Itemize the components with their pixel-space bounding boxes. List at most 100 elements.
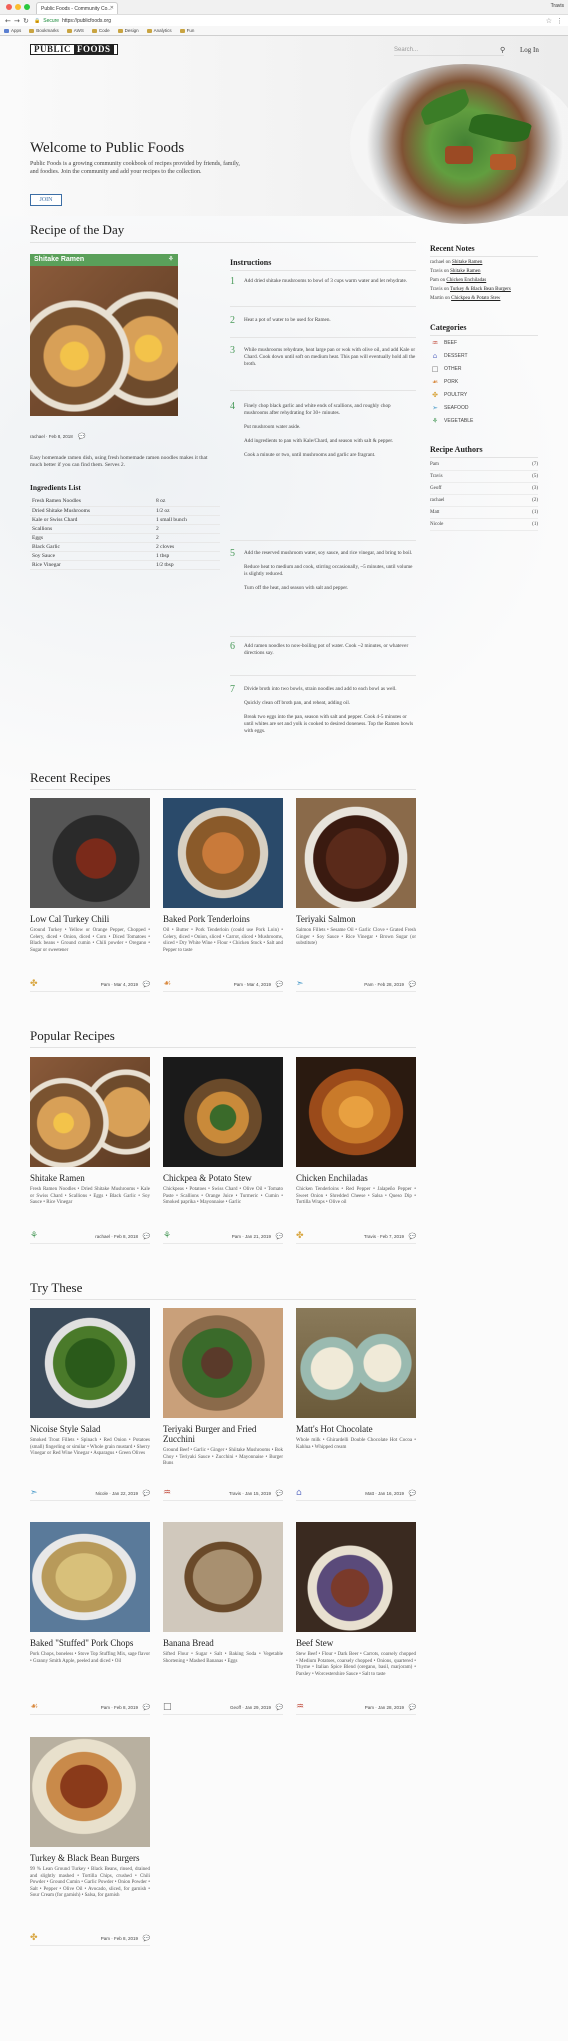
- recipe-title[interactable]: Matt's Hot Chocolate: [296, 1424, 416, 1434]
- recipe-card[interactable]: Banana Bread Sifted Flour • Sugar • Salt…: [163, 1522, 283, 1722]
- comment-icon[interactable]: 💬: [409, 981, 416, 988]
- author-item[interactable]: Matt (1): [430, 510, 538, 519]
- recent-note[interactable]: Pam on Chicken Enchiladas: [430, 278, 486, 283]
- close-tab-icon[interactable]: ✕: [110, 5, 114, 11]
- bookmark-bookmarks[interactable]: Bookmarks: [29, 28, 59, 33]
- recipe-photo[interactable]: [163, 1308, 283, 1418]
- comment-icon[interactable]: 💬: [276, 1233, 283, 1240]
- recipe-title[interactable]: Turkey & Black Bean Burgers: [30, 1853, 150, 1863]
- recipe-card[interactable]: Baked Pork Tenderloins Oil • Butter • Po…: [163, 798, 283, 998]
- note-recipe-link[interactable]: Turkey & Black Bean Burgers: [450, 287, 511, 292]
- category-pork[interactable]: ☙ PORK: [430, 378, 458, 386]
- url-field[interactable]: 🔒 Secure https://publicfoods.org: [34, 17, 534, 25]
- recipe-photo[interactable]: [296, 1057, 416, 1167]
- recent-note[interactable]: Travis on Turkey & Black Bean Burgers: [430, 287, 511, 292]
- category-dessert[interactable]: ⌂ DESSERT: [430, 352, 468, 360]
- rotd-photo-ramen[interactable]: [30, 266, 178, 416]
- recipe-title[interactable]: Baked Pork Tenderloins: [163, 914, 283, 924]
- comment-icon[interactable]: 💬: [143, 1935, 150, 1942]
- comment-icon[interactable]: 💬: [143, 1704, 150, 1711]
- category-beef[interactable]: ♒ BEEF: [430, 339, 457, 347]
- recipe-card[interactable]: Shitake Ramen Fresh Ramen Noodles • Drie…: [30, 1057, 150, 1257]
- join-button[interactable]: JOIN: [30, 194, 62, 206]
- recipe-card[interactable]: Baked "Stuffed" Pork Chops Pork Chops, b…: [30, 1522, 150, 1722]
- author-item[interactable]: Pam (7): [430, 462, 538, 471]
- profile-name[interactable]: Travis: [551, 3, 564, 9]
- note-recipe-link[interactable]: Chickpea & Potato Stew: [451, 296, 500, 301]
- recipe-title[interactable]: Chicken Enchiladas: [296, 1173, 416, 1183]
- category-seafood[interactable]: ➣ SEAFOOD: [430, 404, 468, 412]
- bookmark-code[interactable]: Code: [91, 28, 110, 33]
- close-window-button[interactable]: [6, 4, 12, 10]
- recipe-photo[interactable]: [163, 1057, 283, 1167]
- site-logo[interactable]: PUBLIC FOODS: [30, 44, 118, 55]
- recipe-title[interactable]: Beef Stew: [296, 1638, 416, 1648]
- browser-menu-icon[interactable]: ⋮: [556, 17, 563, 25]
- recipe-photo[interactable]: [296, 1308, 416, 1418]
- comment-icon[interactable]: 💬: [143, 981, 150, 988]
- bookmark-analytics[interactable]: Analytics: [146, 28, 172, 33]
- bookmark-star-icon[interactable]: ☆: [546, 17, 552, 25]
- note-recipe-link[interactable]: Shitake Ramen: [452, 260, 482, 265]
- comment-icon[interactable]: 💬: [409, 1704, 416, 1711]
- recipe-photo[interactable]: [30, 1057, 150, 1167]
- recipe-card[interactable]: Beef Stew Stew Beef • Flour • Dark Beer …: [296, 1522, 416, 1722]
- recent-note[interactable]: rachael on Shitake Ramen: [430, 260, 482, 265]
- recipe-photo[interactable]: [30, 1522, 150, 1632]
- comment-icon[interactable]: 💬: [78, 433, 85, 440]
- search-input[interactable]: Search...: [394, 45, 504, 56]
- recipe-photo[interactable]: [30, 1737, 150, 1847]
- recipe-card[interactable]: Teriyaki Burger and Fried Zucchini Groun…: [163, 1308, 283, 1508]
- recent-note[interactable]: Travis on Shitake Ramen: [430, 269, 481, 274]
- author-item[interactable]: rachael (2): [430, 498, 538, 507]
- category-vegetable[interactable]: ⚘ VEGETABLE: [430, 417, 474, 425]
- recipe-card[interactable]: Nicoise Style Salad Smoked Trout Fillets…: [30, 1308, 150, 1508]
- comment-icon[interactable]: 💬: [409, 1490, 416, 1497]
- recipe-title[interactable]: Shitake Ramen: [30, 1173, 150, 1183]
- note-recipe-link[interactable]: Chicken Enchiladas: [446, 278, 486, 283]
- comment-icon[interactable]: 💬: [276, 1704, 283, 1711]
- author-item[interactable]: Nicole (1): [430, 522, 538, 531]
- bookmark-design[interactable]: Design: [117, 28, 139, 33]
- bookmark-apps[interactable]: Apps: [4, 28, 21, 33]
- recipe-title[interactable]: Teriyaki Burger and Fried Zucchini: [163, 1424, 283, 1444]
- forward-icon[interactable]: →: [14, 17, 20, 25]
- back-icon[interactable]: ←: [5, 17, 11, 25]
- login-link[interactable]: Log In: [520, 46, 539, 54]
- recipe-photo[interactable]: [30, 1308, 150, 1418]
- recipe-photo[interactable]: [30, 798, 150, 908]
- recipe-photo[interactable]: [163, 798, 283, 908]
- recent-note[interactable]: Martin on Chickpea & Potato Stew: [430, 296, 500, 301]
- bookmark-fun[interactable]: Fun: [179, 28, 194, 33]
- comment-icon[interactable]: 💬: [276, 1490, 283, 1497]
- author-item[interactable]: Travis (5): [430, 474, 538, 483]
- recipe-title[interactable]: Teriyaki Salmon: [296, 914, 416, 924]
- rotd-card-header[interactable]: Shitake Ramen ⚘: [30, 254, 178, 266]
- comment-icon[interactable]: 💬: [409, 1233, 416, 1240]
- bookmark-aws[interactable]: AWS: [66, 28, 84, 33]
- category-poultry[interactable]: ✤ POULTRY: [430, 391, 467, 399]
- recipe-title[interactable]: Nicoise Style Salad: [30, 1424, 150, 1434]
- comment-icon[interactable]: 💬: [143, 1233, 150, 1240]
- recipe-title[interactable]: Banana Bread: [163, 1638, 283, 1648]
- recipe-photo[interactable]: [163, 1522, 283, 1632]
- reload-icon[interactable]: ↻: [23, 17, 29, 25]
- recipe-photo[interactable]: [296, 798, 416, 908]
- recipe-card[interactable]: Chicken Enchiladas Chicken Tenderloins •…: [296, 1057, 416, 1257]
- comment-icon[interactable]: 💬: [143, 1490, 150, 1497]
- search-icon[interactable]: ⚲: [500, 46, 505, 54]
- author-item[interactable]: Geoff (3): [430, 486, 538, 495]
- recipe-title[interactable]: Baked "Stuffed" Pork Chops: [30, 1638, 150, 1648]
- minimize-window-button[interactable]: [15, 4, 21, 10]
- recipe-card[interactable]: Chickpea & Potato Stew Chickpeas • Potat…: [163, 1057, 283, 1257]
- category-other[interactable]: □ OTHER: [430, 365, 462, 373]
- recipe-title[interactable]: Low Cal Turkey Chili: [30, 914, 150, 924]
- recipe-card[interactable]: Low Cal Turkey Chili Ground Turkey • Yel…: [30, 798, 150, 998]
- note-recipe-link[interactable]: Shitake Ramen: [450, 269, 480, 274]
- recipe-card[interactable]: Turkey & Black Bean Burgers 99 % Lean Gr…: [30, 1737, 150, 1947]
- recipe-card[interactable]: Matt's Hot Chocolate Whole milk • Ghirar…: [296, 1308, 416, 1508]
- recipe-card[interactable]: Teriyaki Salmon Salmon Fillets • Sesame …: [296, 798, 416, 998]
- comment-icon[interactable]: 💬: [276, 981, 283, 988]
- recipe-photo[interactable]: [296, 1522, 416, 1632]
- maximize-window-button[interactable]: [24, 4, 30, 10]
